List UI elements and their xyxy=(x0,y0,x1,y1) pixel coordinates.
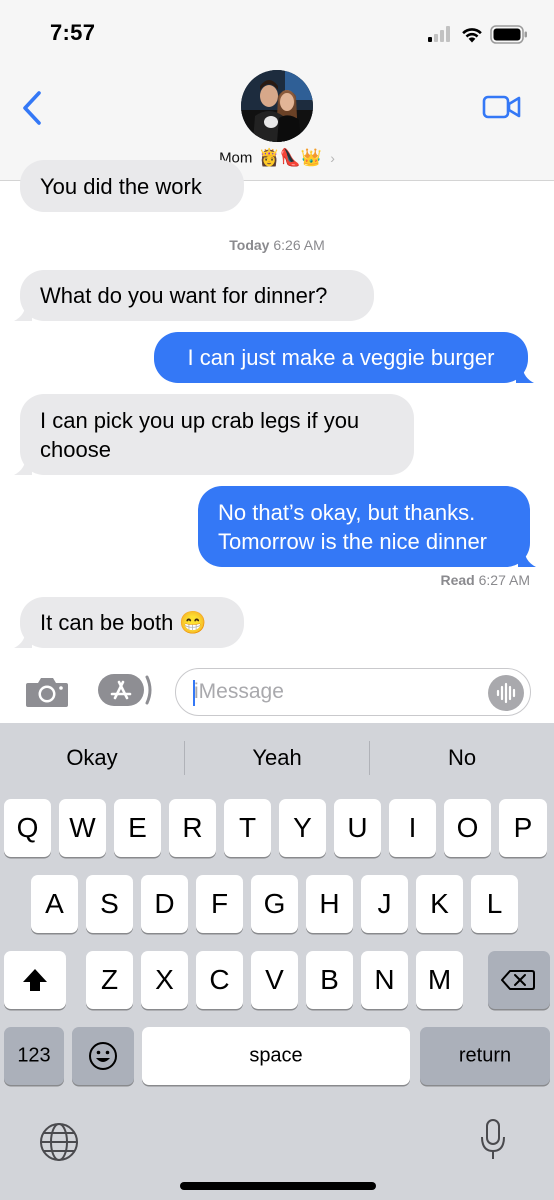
message-bubble-sent[interactable]: I can just make a veggie burger xyxy=(154,332,534,383)
home-indicator[interactable] xyxy=(180,1182,376,1190)
return-key[interactable]: return xyxy=(420,1027,550,1085)
message-bubble-received[interactable]: You did the work xyxy=(20,160,244,212)
space-key[interactable]: space xyxy=(142,1027,410,1085)
shift-key[interactable] xyxy=(4,951,66,1009)
cellular-signal-icon xyxy=(428,26,454,42)
read-receipt: Read 6:27 AM xyxy=(440,572,531,588)
key-u[interactable]: U xyxy=(334,799,381,857)
status-bar: 7:57 xyxy=(0,0,554,70)
backspace-icon xyxy=(501,970,535,990)
key-l[interactable]: L xyxy=(471,875,518,933)
key-m[interactable]: M xyxy=(416,951,463,1009)
emoji-key[interactable] xyxy=(72,1027,134,1085)
keyboard: Okay Yeah No Q W E R T Y U I O P A S D F… xyxy=(0,723,554,1200)
key-z[interactable]: Z xyxy=(86,951,133,1009)
key-q[interactable]: Q xyxy=(4,799,51,857)
message-bubble-received[interactable]: What do you want for dinner? xyxy=(14,270,374,321)
battery-icon xyxy=(490,25,527,44)
waveform-icon xyxy=(496,682,516,704)
timestamp: Today 6:26 AM xyxy=(229,237,325,253)
key-d[interactable]: D xyxy=(141,875,188,933)
key-o[interactable]: O xyxy=(444,799,491,857)
key-a[interactable]: A xyxy=(31,875,78,933)
key-g[interactable]: G xyxy=(251,875,298,933)
back-chevron-icon[interactable] xyxy=(18,90,48,126)
key-y[interactable]: Y xyxy=(279,799,326,857)
emoji-face-icon xyxy=(89,1042,117,1070)
numbers-key[interactable]: 123 xyxy=(4,1027,64,1085)
video-camera-icon[interactable] xyxy=(482,92,522,122)
message-bubble-received[interactable]: It can be both 😁 xyxy=(14,597,244,648)
imessage-input[interactable]: iMessage xyxy=(175,668,531,716)
key-r[interactable]: R xyxy=(169,799,216,857)
predictive-bar: Okay Yeah No xyxy=(0,723,554,795)
key-j[interactable]: J xyxy=(361,875,408,933)
imessage-placeholder: iMessage xyxy=(194,680,284,703)
key-f[interactable]: F xyxy=(196,875,243,933)
wifi-icon xyxy=(462,28,482,43)
key-i[interactable]: I xyxy=(389,799,436,857)
key-c[interactable]: C xyxy=(196,951,243,1009)
contact-emoji: 👸👠👑 xyxy=(258,148,323,167)
globe-icon[interactable] xyxy=(38,1121,80,1163)
key-b[interactable]: B xyxy=(306,951,353,1009)
key-k[interactable]: K xyxy=(416,875,463,933)
suggestion-yeah[interactable]: Yeah xyxy=(185,745,369,771)
app-store-icon[interactable] xyxy=(96,671,154,709)
voice-message-button[interactable] xyxy=(488,675,524,711)
key-t[interactable]: T xyxy=(224,799,271,857)
key-p[interactable]: P xyxy=(499,799,547,857)
chevron-right-icon: › xyxy=(330,150,335,166)
contact-avatar[interactable] xyxy=(241,70,313,142)
message-bubble-sent[interactable]: No that’s okay, but thanks. Tomorrow is … xyxy=(198,486,536,567)
key-w[interactable]: W xyxy=(59,799,106,857)
key-v[interactable]: V xyxy=(251,951,298,1009)
key-x[interactable]: X xyxy=(141,951,188,1009)
key-s[interactable]: S xyxy=(86,875,133,933)
message-bubble-received[interactable]: I can pick you up crab legs if you choos… xyxy=(14,394,414,475)
shift-arrow-icon xyxy=(23,969,47,991)
message-input-bar: iMessage xyxy=(0,655,554,723)
suggestion-no[interactable]: No xyxy=(370,745,554,771)
key-h[interactable]: H xyxy=(306,875,353,933)
key-n[interactable]: N xyxy=(361,951,408,1009)
microphone-icon[interactable] xyxy=(478,1117,508,1163)
camera-icon[interactable] xyxy=(24,675,70,709)
delete-key[interactable] xyxy=(488,951,550,1009)
suggestion-okay[interactable]: Okay xyxy=(0,745,184,771)
status-time: 7:57 xyxy=(50,20,96,45)
key-e[interactable]: E xyxy=(114,799,161,857)
